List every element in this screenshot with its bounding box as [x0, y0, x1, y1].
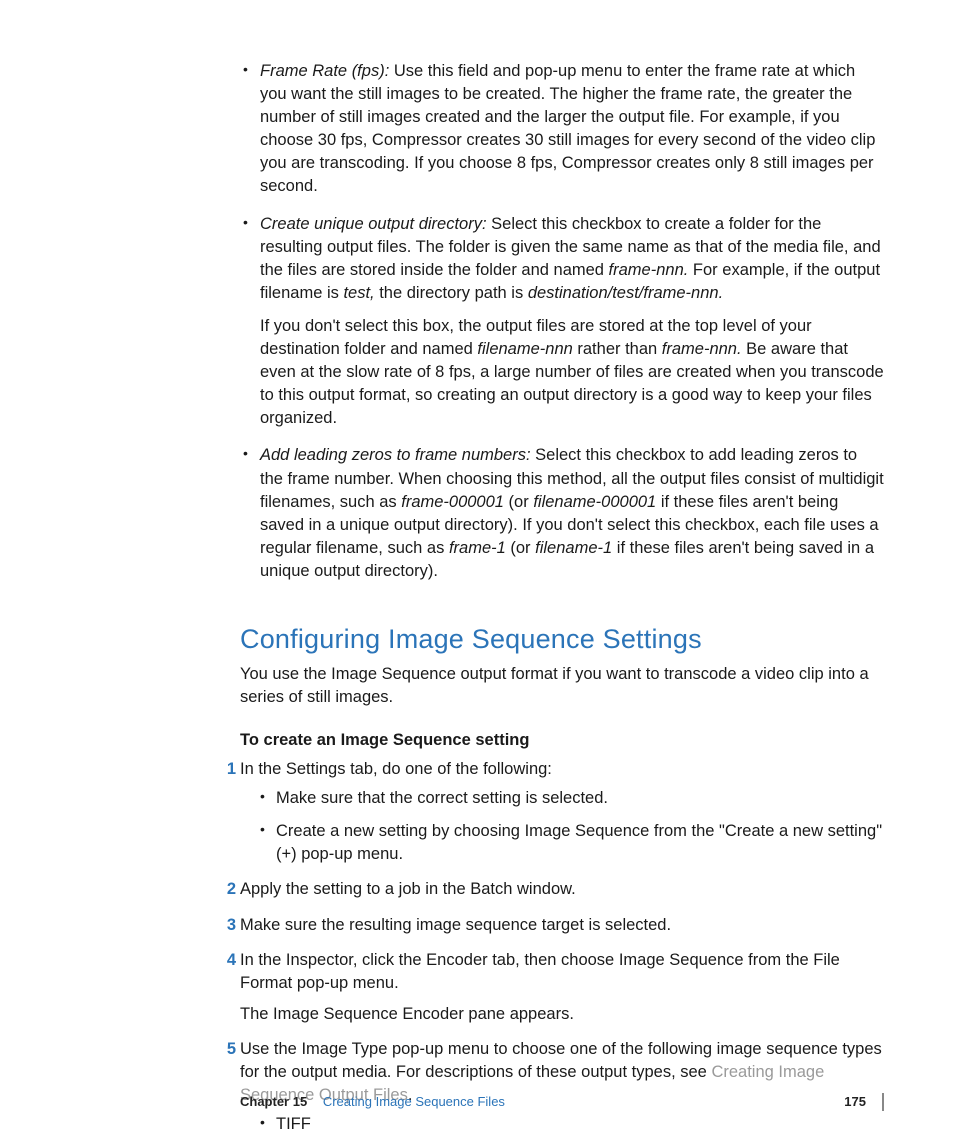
- inline-italic: test,: [343, 284, 374, 302]
- inline-italic: frame-1: [449, 539, 506, 557]
- page-footer: Chapter 15 Creating Image Sequence Files…: [240, 1093, 884, 1111]
- step-note: The Image Sequence Encoder pane appears.: [240, 1003, 884, 1026]
- bullet-frame-rate: Frame Rate (fps): Use this field and pop…: [240, 60, 884, 199]
- body-text: the directory path is: [375, 284, 528, 302]
- sub-list: Make sure that the correct setting is se…: [260, 787, 884, 866]
- page-number: 175: [844, 1093, 866, 1111]
- body-text: (or: [504, 493, 533, 511]
- inline-italic: filename-nnn: [477, 340, 572, 358]
- inline-italic: filename-000001: [533, 493, 656, 511]
- step-2: Apply the setting to a job in the Batch …: [240, 878, 884, 901]
- task-title: To create an Image Sequence setting: [240, 729, 884, 752]
- steps-list: In the Settings tab, do one of the follo…: [240, 758, 884, 1136]
- bullet-unique-dir: Create unique output directory: Select t…: [240, 213, 884, 431]
- step-1: In the Settings tab, do one of the follo…: [240, 758, 884, 866]
- section-intro: You use the Image Sequence output format…: [240, 663, 884, 709]
- step-4: In the Inspector, click the Encoder tab,…: [240, 949, 884, 1026]
- step-text: In the Settings tab, do one of the follo…: [240, 760, 552, 778]
- inline-italic: frame-000001: [401, 493, 504, 511]
- inline-italic: destination/test/frame-nnn.: [528, 284, 723, 302]
- body-text: Use this field and pop-up menu to enter …: [260, 62, 875, 195]
- inline-italic: frame-nnn.: [609, 261, 689, 279]
- step-5: Use the Image Type pop-up menu to choose…: [240, 1038, 884, 1136]
- sub-item: Make sure that the correct setting is se…: [260, 787, 884, 810]
- bullet-leading-zeros: Add leading zeros to frame numbers: Sele…: [240, 444, 884, 583]
- inline-italic: filename-1: [535, 539, 612, 557]
- page-content: Frame Rate (fps): Use this field and pop…: [0, 0, 954, 1136]
- body-text: (or: [506, 539, 535, 557]
- inline-italic: frame-nnn.: [662, 340, 742, 358]
- term: Frame Rate (fps):: [260, 62, 389, 80]
- definition-list: Frame Rate (fps): Use this field and pop…: [240, 60, 884, 583]
- step-3: Make sure the resulting image sequence t…: [240, 914, 884, 937]
- chapter-title: Creating Image Sequence Files: [323, 1094, 505, 1109]
- paragraph: If you don't select this box, the output…: [260, 315, 884, 430]
- sub-list: TIFF: [260, 1113, 884, 1136]
- sub-item: TIFF: [260, 1113, 884, 1136]
- step-text: In the Inspector, click the Encoder tab,…: [240, 951, 840, 992]
- sub-item: Create a new setting by choosing Image S…: [260, 820, 884, 866]
- chapter-label: Chapter 15: [240, 1094, 307, 1109]
- paragraph: Create unique output directory: Select t…: [260, 213, 884, 305]
- body-text: rather than: [573, 340, 662, 358]
- term: Add leading zeros to frame numbers:: [260, 446, 531, 464]
- term: Create unique output directory:: [260, 215, 487, 233]
- section-heading: Configuring Image Sequence Settings: [240, 621, 884, 659]
- footer-left: Chapter 15 Creating Image Sequence Files: [240, 1093, 505, 1111]
